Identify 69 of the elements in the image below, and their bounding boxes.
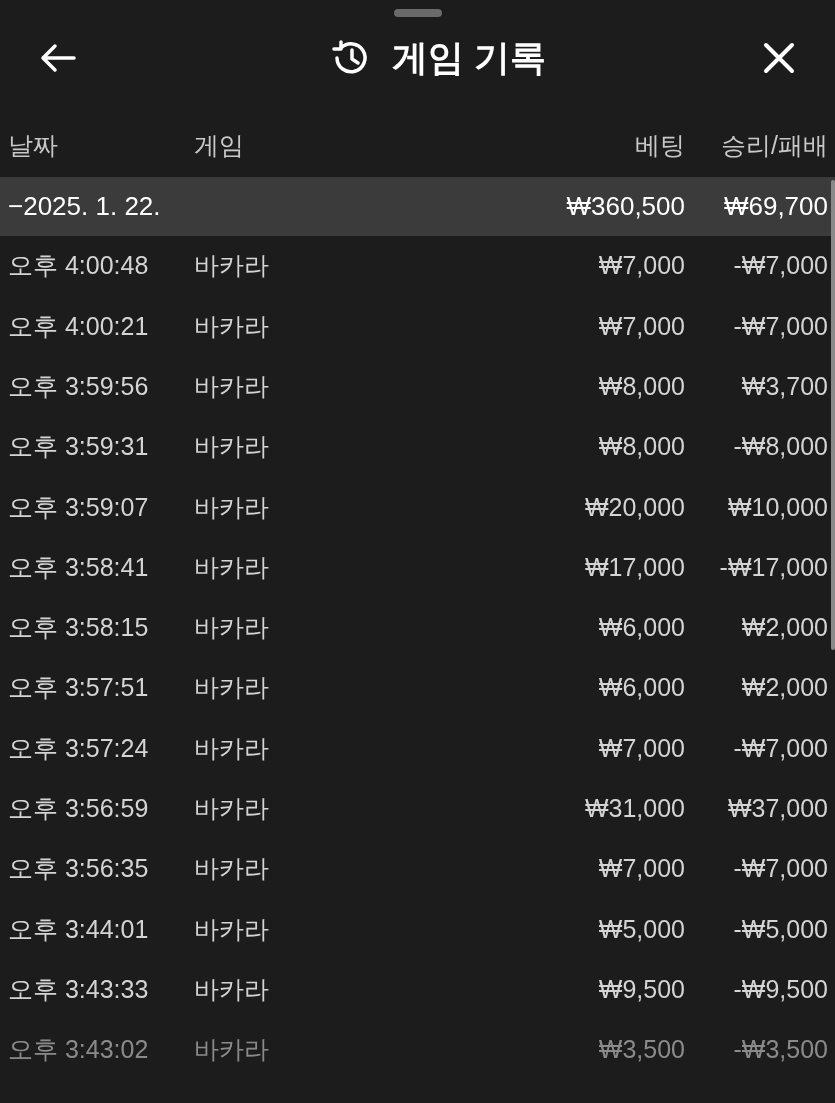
column-header: 게임 [194, 130, 245, 162]
table-cell-text: ₩10,000 [726, 491, 828, 523]
table-cell-text: ₩6,000 [597, 612, 685, 644]
table-cell-text: 바카라 [194, 431, 270, 463]
table-cell-text: 바카라 [194, 1034, 270, 1066]
table-cell-text: -₩7,000 [732, 853, 828, 885]
table-cell-text: -₩7,000 [732, 310, 828, 342]
table-cell-text: 오후 3:59:07 [8, 491, 150, 523]
table-cell-text: 바카라 [194, 250, 270, 282]
table-cell-text: ₩7,000 [597, 853, 685, 885]
table-cell-text: -₩8,000 [732, 431, 828, 463]
date-group-row[interactable]: −2025. 1. 22. ₩360,500 ₩69,700 [0, 177, 835, 236]
table-cell-text: ₩2,000 [740, 672, 828, 704]
table-cell-text: ₩7,000 [597, 310, 685, 342]
back-arrow-icon[interactable] [40, 42, 76, 73]
window-title: 게임 기록 [392, 35, 547, 80]
close-icon[interactable] [763, 41, 795, 74]
table-cell-text: 오후 3:56:35 [8, 853, 150, 885]
column-header: 승리/패배 [720, 130, 828, 162]
table-cell-text: 바카라 [194, 793, 270, 825]
table-cell-text: 바카라 [194, 310, 270, 342]
table-cell-text: 바카라 [194, 491, 270, 523]
table-cell-text: ₩8,000 [597, 431, 685, 463]
table-cell-text: ₩6,000 [597, 672, 685, 704]
table-cell-text: 오후 3:59:56 [8, 371, 150, 402]
table-cell-text: 바카라 [194, 973, 270, 1005]
table-cell-text: ₩31,000 [583, 793, 685, 825]
table-cell-text: ₩20,000 [583, 491, 685, 523]
table-cell-text: -₩5,000 [732, 913, 828, 945]
table-cell-text: 오후 3:57:24 [8, 732, 150, 764]
table-cell-text: ₩8,000 [597, 371, 685, 402]
table-cell-text: 바카라 [194, 672, 270, 704]
table-cell-text: ₩37,000 [726, 793, 828, 825]
column-header: 베팅 [634, 130, 685, 162]
table-cell-text: -₩17,000 [718, 551, 828, 583]
table-cell-text: 바카라 [194, 612, 270, 644]
table-cell-text: ₩7,000 [597, 732, 685, 764]
table-cell-text: 오후 4:00:21 [8, 310, 150, 342]
table-cell-text: 오후 3:58:41 [8, 551, 150, 583]
table-cell-text: 오후 3:58:15 [8, 612, 150, 644]
table-cell-text: ₩9,500 [597, 973, 685, 1005]
table-cell-text: 오후 3:56:59 [8, 793, 150, 825]
table-cell-text: 바카라 [194, 371, 270, 402]
table-cell-text: 오후 3:43:33 [8, 973, 150, 1005]
table-cell-text: -₩7,000 [732, 250, 828, 282]
scrollbar[interactable] [831, 180, 835, 650]
table-cell-text: 오후 4:00:48 [8, 250, 150, 282]
table-cell-text: 바카라 [194, 913, 270, 945]
group-date: −2025. 1. 22. [8, 190, 162, 223]
table-cell-text: 바카라 [194, 732, 270, 764]
table-cell-text: -₩7,000 [732, 732, 828, 764]
column-header: 날짜 [8, 130, 59, 162]
table-cell-text: 오후 3:59:31 [8, 431, 150, 463]
table-cell-text: -₩9,500 [732, 973, 828, 1005]
table-cell-text: ₩5,000 [597, 913, 685, 945]
table-cell-text: 바카라 [194, 853, 270, 885]
table-cell-text: -₩3,500 [732, 1034, 828, 1066]
drag-handle[interactable] [394, 9, 442, 17]
table-cell-text: ₩3,500 [597, 1034, 685, 1066]
table-cell-text: 오후 3:44:01 [8, 913, 150, 945]
group-result-total: ₩69,700 [722, 190, 828, 223]
table-cell-text: 오후 3:43:02 [8, 1034, 150, 1066]
group-bet-total: ₩360,500 [565, 190, 685, 223]
table-cell-text: ₩7,000 [597, 250, 685, 282]
table-cell-text: ₩2,000 [740, 612, 828, 644]
table-cell-text: ₩3,700 [740, 371, 828, 402]
table-cell-text: 오후 3:57:51 [8, 672, 150, 704]
table-cell-text: ₩17,000 [583, 551, 685, 583]
table-cell-text: 바카라 [194, 551, 270, 583]
